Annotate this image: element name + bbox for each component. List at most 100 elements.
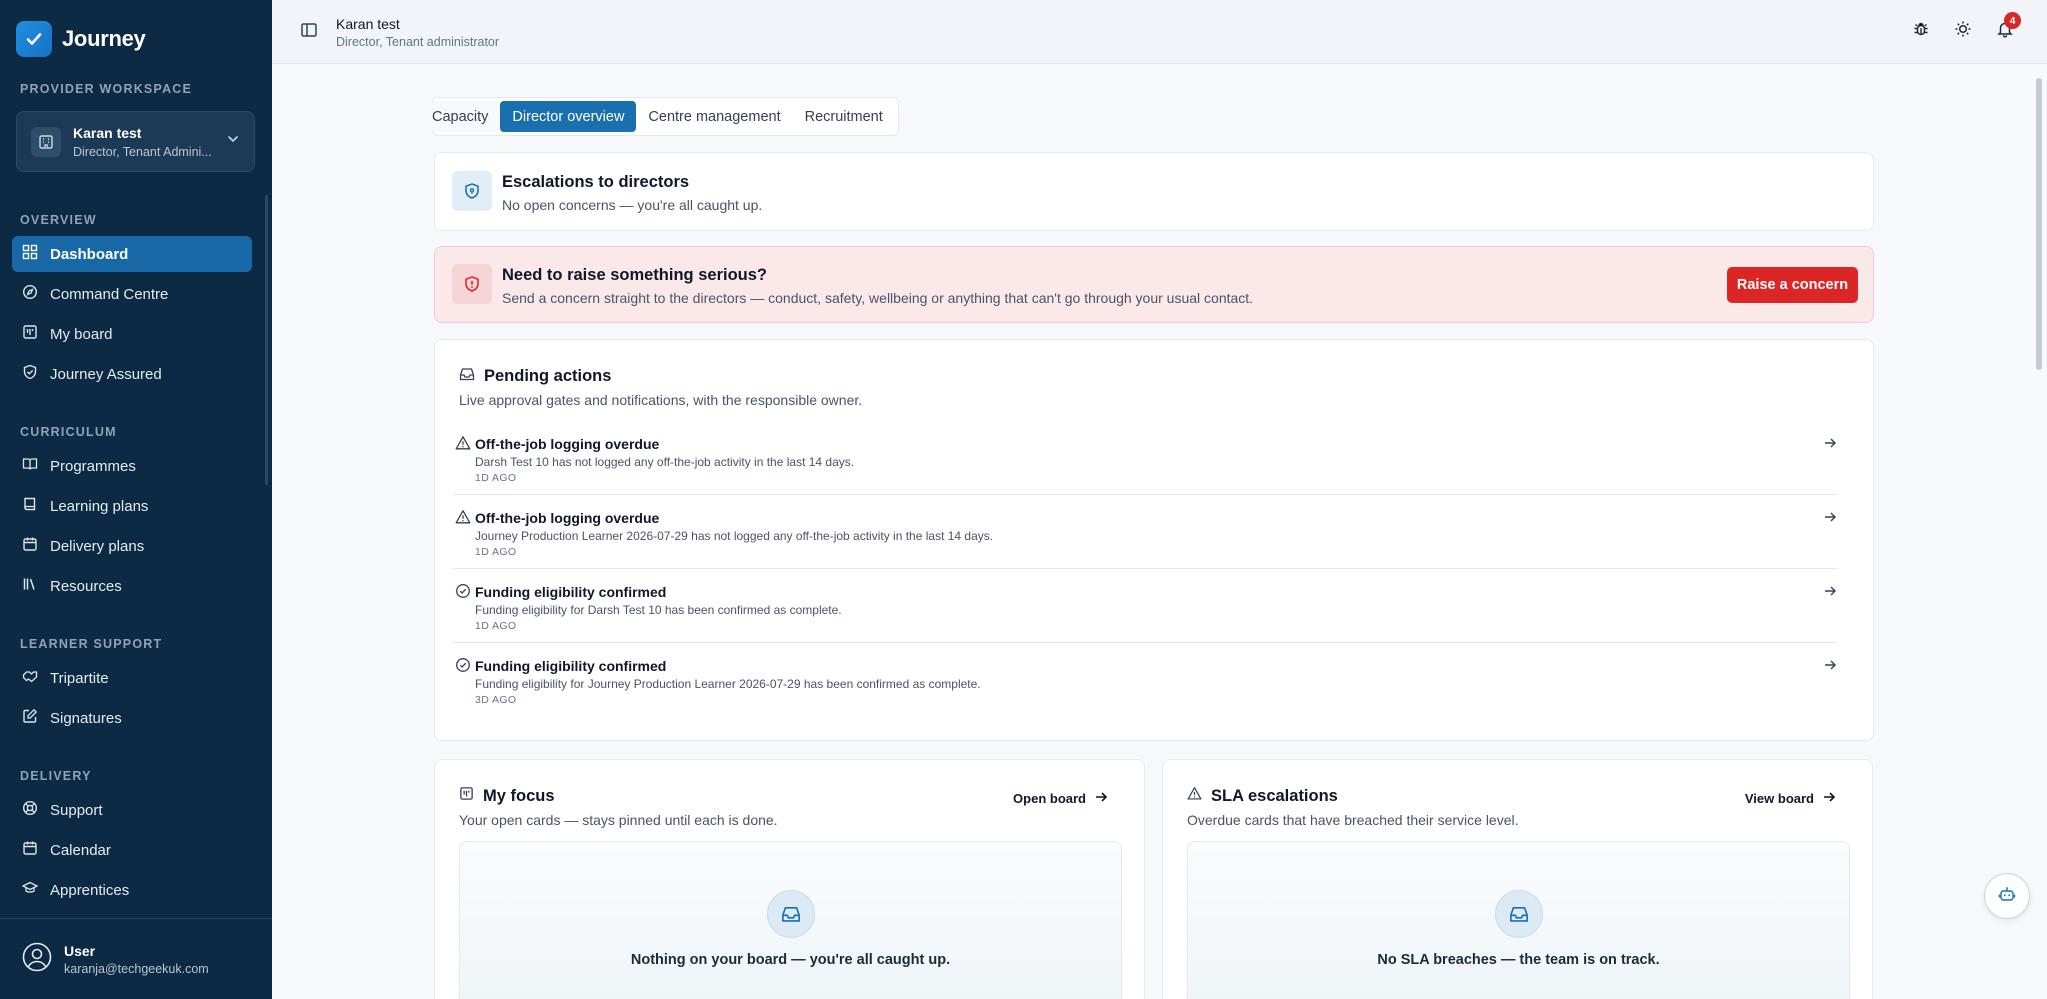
calendar-icon [22, 840, 38, 860]
sidebar-item-programmes[interactable]: Programmes [12, 448, 252, 484]
my-focus-empty-text: Nothing on your board — you're all caugh… [630, 952, 951, 968]
sla-title: SLA escalations [1211, 786, 1338, 805]
inbox-icon [766, 890, 815, 938]
sidebar-item-apprentices[interactable]: Apprentices [12, 872, 252, 908]
sidebar-toggle-icon[interactable] [300, 21, 318, 44]
sidebar-item-label: Signatures [50, 709, 122, 727]
tab-director-overview[interactable]: Director overview [500, 101, 637, 132]
sun-icon[interactable] [1954, 20, 1972, 43]
pending-row-desc: Darsh Test 10 has not logged any off-the… [475, 455, 855, 469]
my-focus-title: My focus [483, 786, 555, 805]
topbar: Karan test Director, Tenant administrato… [272, 0, 2047, 64]
pending-actions-card: Pending actions Live approval gates and … [434, 339, 1874, 741]
sidebar-item-calendar[interactable]: Calendar [12, 832, 252, 868]
sla-escalations-card: SLA escalations Overdue cards that have … [1162, 759, 1873, 999]
brand[interactable]: Journey [16, 21, 146, 57]
sidebar-item-dashboard[interactable]: Dashboard [12, 236, 252, 272]
pending-row[interactable]: Off-the-job logging overdue Darsh Test 1… [453, 421, 1837, 495]
board-icon [459, 786, 474, 806]
my-focus-empty-state: Nothing on your board — you're all caugh… [459, 841, 1122, 999]
sidebar-item-label: Apprentices [50, 881, 130, 899]
pending-row[interactable]: Funding eligibility confirmed Funding el… [453, 643, 1837, 717]
escalations-card: Escalations to directors No open concern… [434, 152, 1874, 231]
arrow-right-icon[interactable] [1823, 584, 1837, 603]
header-title: Karan test [336, 16, 400, 32]
shield-icon [452, 171, 492, 211]
handshake-icon [22, 668, 38, 688]
sidebar-item-label: Dashboard [50, 245, 129, 263]
sidebar-item-label: Calendar [50, 841, 111, 859]
sla-empty-text: No SLA breaches — the team is on track. [1377, 952, 1660, 968]
pending-row[interactable]: Off-the-job logging overdue Journey Prod… [453, 495, 1837, 569]
tab-capacity[interactable]: Capacity [432, 101, 501, 132]
book-open-icon [22, 456, 38, 476]
inbox-icon [1494, 890, 1543, 938]
pending-row[interactable]: Funding eligibility confirmed Funding el… [453, 569, 1837, 643]
sidebar-item-label: Journey Assured [50, 365, 162, 383]
workspace-label: PROVIDER WORKSPACE [20, 82, 193, 96]
arrow-right-icon[interactable] [1823, 658, 1837, 677]
raise-title: Need to raise something serious? [502, 266, 767, 284]
open-board-link[interactable]: Open board [1013, 790, 1108, 807]
my-focus-card: My focus Your open cards — stays pinned … [434, 759, 1145, 999]
arrow-right-icon[interactable] [1823, 510, 1837, 529]
workspace-switcher[interactable]: Karan test Director, Tenant Admini... [16, 111, 255, 172]
section-overview: OVERVIEW [20, 213, 97, 227]
sidebar-item-label: My board [50, 325, 113, 343]
bot-icon [1998, 885, 2016, 908]
user-avatar-icon [22, 942, 52, 977]
raise-concern-card: Need to raise something serious? Send a … [434, 246, 1874, 323]
sidebar-item-command-centre[interactable]: Command Centre [12, 276, 252, 312]
sidebar-item-label: Tripartite [50, 669, 109, 687]
arrow-right-icon[interactable] [1823, 436, 1837, 455]
assistant-bot-button[interactable] [1984, 873, 2030, 919]
sidebar-item-learning-plans[interactable]: Learning plans [12, 488, 252, 524]
warning-icon [1187, 786, 1202, 806]
board-icon [22, 324, 38, 344]
chevron-down-icon [226, 132, 240, 151]
building-icon [31, 126, 61, 157]
sidebar-item-resources[interactable]: Resources [12, 568, 252, 604]
raise-subtitle: Send a concern straight to the directors… [502, 290, 1254, 306]
sidebar-item-journey-assured[interactable]: Journey Assured [12, 356, 252, 392]
shield-check-icon [22, 364, 38, 384]
view-board-link[interactable]: View board [1745, 790, 1836, 807]
arrow-right-icon [1094, 790, 1108, 807]
workspace-name: Karan test [73, 124, 142, 141]
sidebar-item-delivery-plans[interactable]: Delivery plans [12, 528, 252, 564]
tab-centre-management[interactable]: Centre management [636, 101, 792, 132]
sidebar-item-label: Programmes [50, 457, 136, 475]
warning-icon [455, 509, 471, 530]
book-icon [22, 496, 38, 516]
pending-row-title: Funding eligibility confirmed [475, 584, 667, 600]
section-learner-support: LEARNER SUPPORT [20, 637, 163, 651]
calendar-grid-icon [22, 536, 38, 556]
notification-count-badge: 4 [2004, 12, 2021, 29]
user-profile[interactable]: User karanja@techgeekuk.com [0, 918, 272, 999]
sidebar-item-signatures[interactable]: Signatures [12, 700, 252, 736]
graduation-cap-icon [21, 880, 39, 900]
library-icon [22, 576, 38, 596]
pending-subtitle: Live approval gates and notifications, w… [459, 392, 863, 408]
compass-icon [22, 284, 38, 304]
bug-icon[interactable] [1912, 20, 1930, 43]
raise-concern-button[interactable]: Raise a concern [1727, 267, 1858, 303]
sidebar-scrollbar[interactable] [265, 195, 268, 485]
inbox-icon [459, 366, 475, 387]
sidebar-item-tripartite[interactable]: Tripartite [12, 660, 252, 696]
workspace-role: Director, Tenant Admini... [73, 144, 212, 159]
sidebar-item-label: Learning plans [50, 497, 149, 515]
pending-row-desc: Journey Production Learner 2026-07-29 ha… [475, 529, 994, 543]
view-board-label: View board [1744, 791, 1814, 806]
pending-row-title: Off-the-job logging overdue [475, 436, 660, 452]
sidebar-item-support[interactable]: Support [12, 792, 252, 828]
section-curriculum: CURRICULUM [20, 425, 117, 439]
main-scrollbar[interactable] [2036, 78, 2042, 370]
tab-recruitment[interactable]: Recruitment [793, 101, 895, 132]
dashboard-tabs: Capacity Director overview Centre manage… [432, 97, 899, 136]
sidebar-item-my-board[interactable]: My board [12, 316, 252, 352]
check-circle-icon [455, 657, 471, 678]
pending-row-title: Funding eligibility confirmed [475, 658, 667, 674]
pending-row-desc: Funding eligibility for Darsh Test 10 ha… [475, 603, 842, 617]
brand-name: Journey [62, 26, 146, 51]
